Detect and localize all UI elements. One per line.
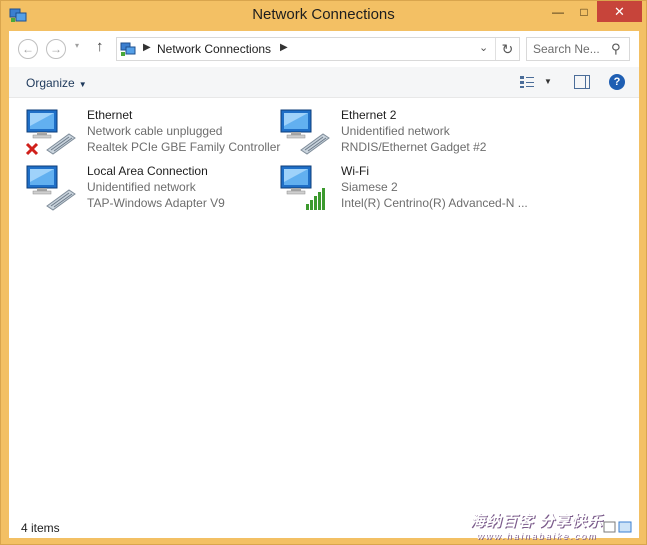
- title-bar[interactable]: Network Connections — □ ✕: [1, 1, 646, 31]
- connection-device: TAP-Windows Adapter V9: [87, 196, 225, 210]
- up-button[interactable]: ↑: [96, 38, 104, 55]
- search-input[interactable]: [533, 42, 609, 56]
- chevron-down-icon: ▼: [78, 80, 87, 89]
- breadcrumb-chevron-icon[interactable]: ▶: [280, 42, 288, 53]
- maximize-button[interactable]: □: [571, 1, 597, 22]
- command-bar: Organize ▼ ▼ ?: [9, 67, 639, 98]
- client-area: ← → ▾ ↑ ▶ Network Connections ▶ ⌄ ↻ ⚲: [9, 31, 639, 538]
- address-history-dropdown[interactable]: ⌄: [479, 41, 488, 54]
- connection-status: Siamese 2: [341, 180, 398, 194]
- breadcrumb-separator-icon[interactable]: ▶: [143, 42, 151, 53]
- connection-item-wi-fi[interactable]: Wi-Fi Siamese 2 Intel(R) Centrino(R) Adv…: [279, 164, 529, 214]
- forward-button[interactable]: →: [46, 39, 66, 59]
- connection-name: Ethernet 2: [341, 108, 397, 122]
- connection-status: Network cable unplugged: [87, 124, 223, 138]
- connection-device: RNDIS/Ethernet Gadget #2: [341, 140, 487, 154]
- search-icon[interactable]: ⚲: [611, 41, 621, 57]
- item-count: 4 items: [21, 521, 60, 535]
- connection-name: Ethernet: [87, 108, 133, 122]
- wireless-adapter-icon: [280, 165, 325, 210]
- preview-pane-icon[interactable]: [574, 75, 590, 89]
- back-button[interactable]: ←: [18, 39, 38, 59]
- connection-item-ethernet-2[interactable]: Ethernet 2 Unidentified network RNDIS/Et…: [279, 108, 529, 158]
- connection-name: Wi-Fi: [341, 164, 369, 178]
- help-button[interactable]: ?: [609, 74, 625, 90]
- change-view-icon[interactable]: [519, 75, 535, 89]
- watermark-logo: 海纳百客 分享快乐: [470, 513, 604, 530]
- search-box[interactable]: ⚲: [526, 37, 630, 61]
- explorer-window: Network Connections — □ ✕ ← → ▾ ↑ ▶ Netw…: [0, 0, 647, 545]
- connection-device: Intel(R) Centrino(R) Advanced-N ...: [341, 196, 528, 210]
- connection-item-ethernet[interactable]: Ethernet Network cable unplugged Realtek…: [25, 108, 280, 158]
- address-field[interactable]: ▶ Network Connections ▶ ⌄ ↻: [116, 37, 520, 61]
- connection-status: Unidentified network: [341, 124, 450, 138]
- ethernet-adapter-disconnected-icon: [25, 109, 76, 156]
- connection-device: Realtek PCIe GBE Family Controller: [87, 140, 281, 154]
- ethernet-adapter-icon: [280, 109, 330, 155]
- navigation-bar: ← → ▾ ↑ ▶ Network Connections ▶ ⌄ ↻ ⚲: [9, 31, 639, 67]
- refresh-button[interactable]: ↻: [495, 38, 519, 60]
- network-connections-icon: [120, 42, 136, 56]
- recent-locations-button[interactable]: ▾: [75, 41, 79, 50]
- organize-menu-button[interactable]: Organize ▼: [26, 76, 87, 90]
- view-options-chevron-icon[interactable]: ▼: [544, 77, 552, 86]
- minimize-button[interactable]: —: [545, 1, 571, 22]
- connection-status: Unidentified network: [87, 180, 196, 194]
- connection-name: Local Area Connection: [87, 164, 208, 178]
- ethernet-adapter-icon: [26, 165, 76, 211]
- breadcrumb-network-connections[interactable]: Network Connections: [157, 42, 271, 56]
- connection-item-local-area-connection[interactable]: Local Area Connection Unidentified netwo…: [25, 164, 275, 214]
- close-button[interactable]: ✕: [597, 1, 642, 22]
- layout-toggle-icon[interactable]: [603, 520, 633, 534]
- watermark-url: www.hainabaike.com: [477, 531, 598, 541]
- organize-label: Organize: [26, 76, 75, 90]
